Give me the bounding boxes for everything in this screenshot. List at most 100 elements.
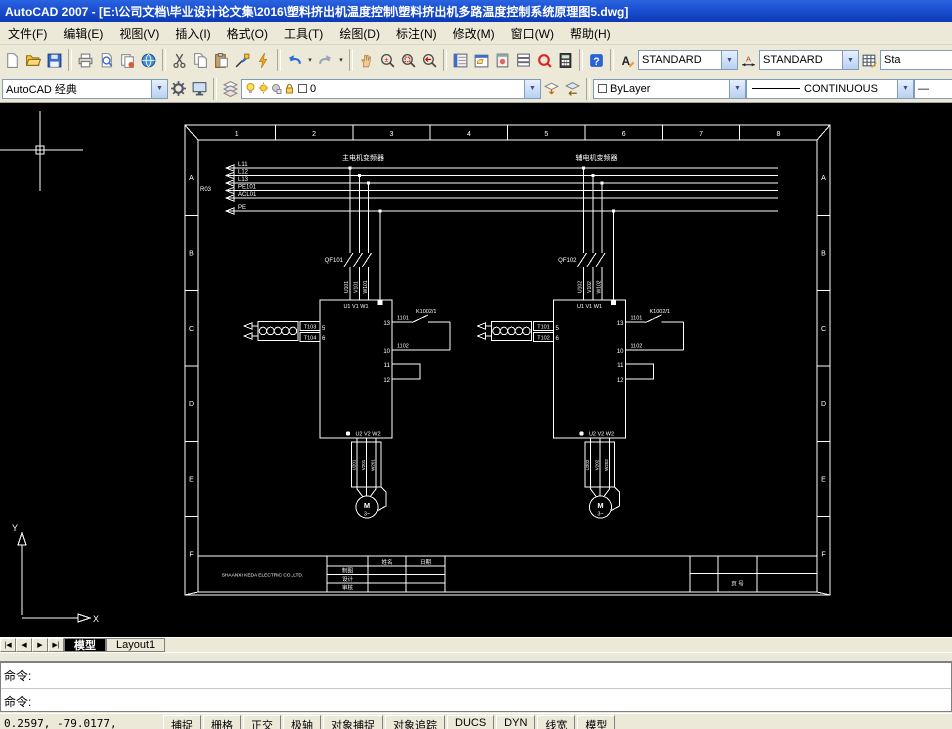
scissors-icon (173, 53, 186, 68)
zoom-previous-button[interactable] (419, 49, 440, 71)
chevron-down-icon[interactable]: ▼ (524, 79, 540, 98)
ducs-toggle[interactable]: DUCS (447, 715, 495, 729)
text-style-combo[interactable]: STANDARD ▼ (638, 50, 738, 70)
tab-prev-button[interactable]: ◀ (16, 638, 32, 652)
command-window[interactable]: 命令: 命令: (0, 662, 952, 712)
chevron-down-icon[interactable]: ▼ (897, 79, 913, 98)
workspace-combo[interactable]: AutoCAD 经典 ▼ (2, 78, 168, 99)
new-file-button[interactable] (2, 49, 23, 71)
open-file-button[interactable] (23, 49, 44, 71)
save-floppy-icon (47, 53, 62, 67)
my-workspace-button[interactable] (189, 78, 210, 100)
bulb-icon[interactable] (245, 82, 256, 95)
menu-modify[interactable]: 修改(M) (445, 23, 503, 44)
lineweight-toggle[interactable]: 线宽 (537, 715, 576, 729)
menu-tools[interactable]: 工具(T) (276, 23, 331, 44)
menu-format[interactable]: 格式(O) (219, 23, 276, 44)
svg-text:5: 5 (322, 326, 326, 332)
communication-center-button[interactable] (138, 49, 159, 71)
sheet-set-manager-button[interactable] (513, 49, 534, 71)
sun-icon[interactable] (258, 82, 269, 95)
redo-button[interactable] (315, 49, 336, 71)
make-layer-current-button[interactable] (541, 78, 562, 100)
table-style-button[interactable] (859, 49, 880, 71)
color-combo[interactable]: ByLayer ▼ (593, 78, 746, 99)
command-prompt-line[interactable]: 命令: (1, 688, 951, 713)
design-center-icon (474, 54, 489, 67)
grid-toggle[interactable]: 栅格 (203, 715, 241, 729)
layer-properties-button[interactable] (220, 78, 241, 100)
polar-toggle[interactable]: 极轴 (283, 715, 321, 729)
menu-help[interactable]: 帮助(H) (562, 23, 619, 44)
save-button[interactable] (44, 49, 65, 71)
undo-dropdown[interactable]: ▾ (305, 49, 315, 71)
tool-palettes-button[interactable] (492, 49, 513, 71)
ortho-toggle[interactable]: 正交 (243, 715, 281, 729)
tab-next-button[interactable]: ▶ (32, 638, 48, 652)
zoom-realtime-icon: ± (381, 53, 395, 67)
svg-text:V202: V202 (595, 459, 600, 470)
publish-button[interactable] (117, 49, 138, 71)
markup-set-manager-button[interactable] (534, 49, 555, 71)
tab-layout1[interactable]: Layout1 (106, 638, 166, 652)
lineweight-combo[interactable]: — ▼ (914, 78, 952, 99)
layer-previous-button[interactable] (562, 78, 583, 100)
layer-combo[interactable]: 0 ▼ (241, 78, 541, 99)
plot-preview-button[interactable] (96, 49, 117, 71)
menu-window[interactable]: 窗口(W) (503, 23, 562, 44)
chevron-down-icon[interactable]: ▼ (729, 79, 745, 98)
text-style-button[interactable]: A (617, 49, 638, 71)
menu-insert[interactable]: 插入(I) (167, 23, 218, 44)
toolbar-separator (213, 77, 217, 100)
model-paper-toggle[interactable]: 模型 (577, 715, 616, 729)
chevron-down-icon[interactable]: ▼ (842, 51, 858, 69)
pan-button[interactable] (356, 49, 377, 71)
block-editor-button[interactable] (253, 49, 274, 71)
svg-text:5: 5 (544, 131, 548, 138)
tab-last-button[interactable]: ▶| (48, 638, 64, 652)
menu-edit[interactable]: 编辑(E) (55, 23, 111, 44)
zoom-window-button[interactable] (398, 49, 419, 71)
table-style-combo[interactable]: Sta ▼ (880, 50, 952, 70)
tab-model[interactable]: 模型 (64, 638, 106, 652)
copy-button[interactable] (190, 49, 211, 71)
svg-text:D: D (821, 401, 826, 408)
menu-dimension[interactable]: 标注(N) (388, 23, 445, 44)
chevron-down-icon[interactable]: ▼ (151, 79, 167, 98)
dim-style-button[interactable]: A (738, 49, 759, 71)
cut-button[interactable] (169, 49, 190, 71)
viewport-freeze-icon[interactable] (271, 82, 282, 95)
design-center-button[interactable] (471, 49, 492, 71)
properties-button[interactable] (450, 49, 471, 71)
help-button[interactable]: ? (586, 49, 607, 71)
chevron-down-icon[interactable]: ▼ (721, 51, 737, 69)
drawing-canvas[interactable]: Y X 1 2 3 4 5 6 7 8 A B C D E F A B C D … (0, 103, 952, 637)
menu-file[interactable]: 文件(F) (0, 23, 55, 44)
zoom-realtime-button[interactable]: ± (377, 49, 398, 71)
otrack-toggle[interactable]: 对象追踪 (385, 715, 445, 729)
redo-dropdown[interactable]: ▾ (336, 49, 346, 71)
quick-calc-button[interactable] (555, 49, 576, 71)
svg-text:A: A (746, 54, 751, 63)
workspace-settings-button[interactable] (168, 78, 189, 100)
drawing-area[interactable]: Y X 1 2 3 4 5 6 7 8 A B C D E F A B C D … (0, 103, 952, 637)
menu-view[interactable]: 视图(V) (111, 23, 167, 44)
undo-button[interactable] (284, 49, 305, 71)
toolbar-separator (579, 49, 583, 71)
command-splitter[interactable] (0, 652, 952, 662)
svg-text:审核: 审核 (342, 584, 354, 592)
toolbar-separator (68, 49, 72, 71)
osnap-toggle[interactable]: 对象捕捉 (323, 715, 383, 729)
dyn-toggle[interactable]: DYN (496, 715, 536, 729)
status-bar: 0.2597, -79.0177, 0.0000 捕捉 栅格 正交 极轴 对象捕… (0, 713, 952, 729)
svg-text:7: 7 (699, 131, 703, 138)
plot-button[interactable] (75, 49, 96, 71)
linetype-combo[interactable]: CONTINUOUS ▼ (746, 78, 914, 99)
menu-draw[interactable]: 绘图(D) (331, 23, 388, 44)
match-properties-button[interactable] (232, 49, 253, 71)
paste-button[interactable] (211, 49, 232, 71)
dim-style-combo[interactable]: STANDARD ▼ (759, 50, 859, 70)
snap-toggle[interactable]: 捕捉 (163, 715, 201, 729)
tab-first-button[interactable]: |◀ (0, 638, 16, 652)
lock-icon[interactable] (284, 82, 295, 95)
